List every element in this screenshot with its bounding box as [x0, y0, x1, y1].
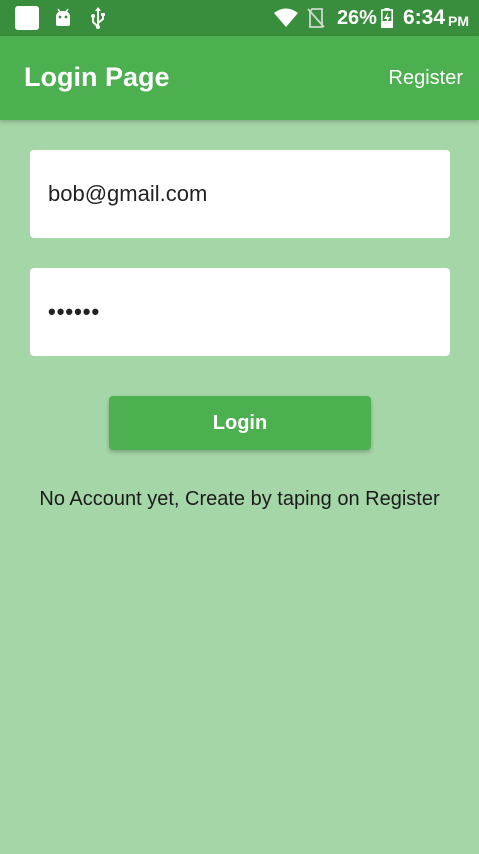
login-button[interactable]: Login — [109, 396, 371, 450]
register-button[interactable]: Register — [389, 67, 463, 90]
wifi-icon — [273, 8, 298, 27]
battery-charging-icon — [380, 8, 393, 28]
status-bar-right: 26% 6:34 PM — [273, 6, 469, 30]
usb-icon — [91, 7, 105, 29]
email-field[interactable]: bob@gmail.com — [30, 150, 450, 238]
no-sim-icon — [307, 8, 325, 28]
app-bar: Login Page Register — [0, 36, 479, 120]
clock-time: 6:34 — [402, 6, 445, 29]
android-icon — [56, 8, 70, 26]
status-bar-left — [15, 6, 107, 30]
password-field[interactable]: •••••• — [30, 268, 450, 356]
password-value: •••••• — [48, 299, 101, 324]
status-bar: 26% 6:34 PM — [0, 0, 479, 36]
page-title: Login Page — [24, 62, 170, 92]
clock-ampm: PM — [448, 12, 469, 29]
email-value: bob@gmail.com — [48, 181, 208, 206]
notification-square-icon — [15, 6, 39, 30]
battery-percent: 26% — [336, 6, 377, 29]
register-hint-text: No Account yet, Create by taping on Regi… — [39, 488, 440, 510]
